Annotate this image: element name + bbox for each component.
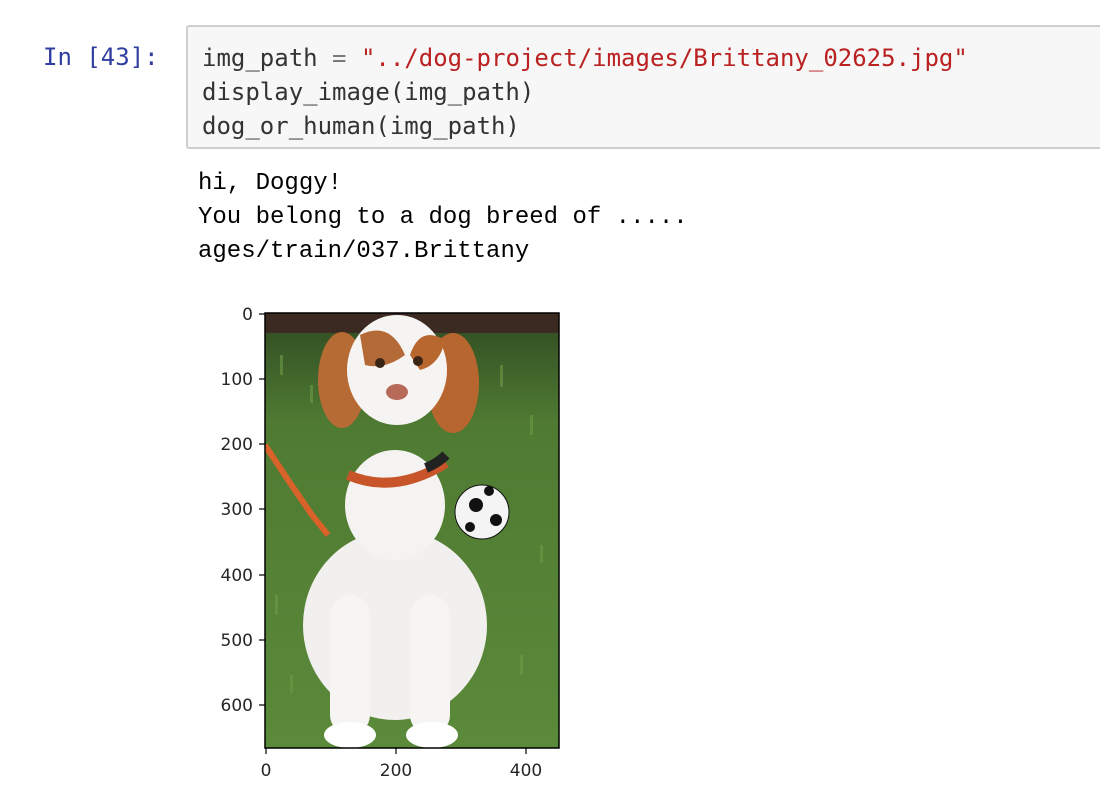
- code-line-3: dog_or_human(img_path): [202, 112, 520, 140]
- y-tick-label: 400: [221, 566, 253, 586]
- y-tick-label: 100: [221, 370, 253, 390]
- code-input-area[interactable]: img_path = "../dog-project/images/Britta…: [186, 25, 1100, 149]
- code-editor[interactable]: img_path = "../dog-project/images/Britta…: [202, 41, 968, 143]
- code-var: img_path: [202, 44, 318, 72]
- y-tick-label: 300: [221, 500, 253, 520]
- x-tick-label: 200: [380, 761, 412, 781]
- cell-prompt: In [43]:: [43, 43, 159, 71]
- code-string: "../dog-project/images/Brittany_02625.jp…: [360, 44, 968, 72]
- dog-photo: [265, 313, 559, 748]
- y-tick-label: 0: [242, 305, 253, 325]
- x-axis: [265, 748, 527, 754]
- x-tick-label: 400: [510, 761, 542, 781]
- code-line-2: display_image(img_path): [202, 78, 535, 106]
- output-line-3: ages/train/037.Brittany: [198, 238, 530, 265]
- soccer-ball: [454, 484, 510, 540]
- cell-output: hi, Doggy! You belong to a dog breed of …: [198, 167, 688, 269]
- y-tick-label: 500: [221, 631, 253, 651]
- y-axis: [259, 313, 265, 706]
- image-plot: 0 100 200 300 400 500 600 0 200 400: [221, 305, 560, 781]
- y-tick-label: 200: [221, 435, 253, 455]
- code-operator: =: [332, 44, 347, 72]
- y-tick-label: 600: [221, 696, 253, 716]
- output-line-2: You belong to a dog breed of .....: [198, 204, 688, 231]
- x-tick-label: 0: [261, 761, 272, 781]
- output-line-1: hi, Doggy!: [198, 170, 343, 197]
